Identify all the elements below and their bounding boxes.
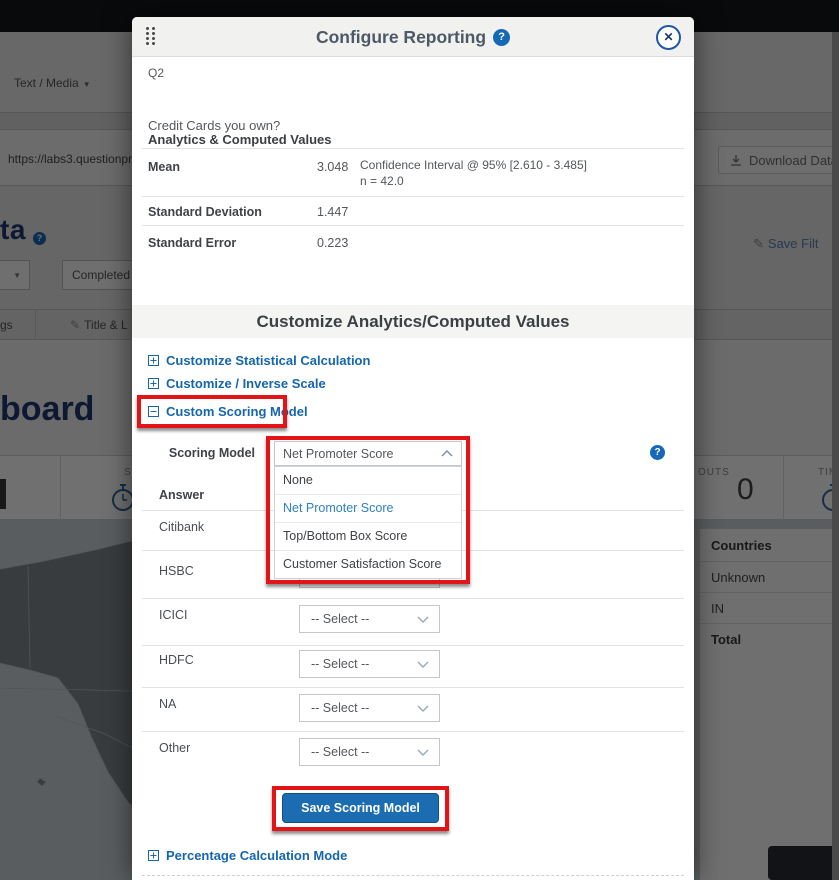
answer-row-label: Citibank — [159, 520, 204, 534]
configure-reporting-modal: Configure Reporting ? ✕ Q2 Credit Cards … — [132, 17, 694, 880]
table-divider — [142, 196, 684, 197]
expand-icon — [148, 850, 159, 861]
modal-title: Configure Reporting — [316, 27, 486, 48]
dashed-divider — [142, 875, 684, 876]
modal-title-row: Configure Reporting ? — [132, 17, 694, 57]
save-scoring-model-button[interactable]: Save Scoring Model Values — [282, 793, 439, 823]
chevron-up-icon — [441, 450, 453, 457]
analytics-header: Analytics & Computed Values — [148, 132, 332, 147]
hdfc-select[interactable]: -- Select -- — [299, 650, 440, 678]
option-net-promoter-score[interactable]: Net Promoter Score — [275, 495, 461, 523]
other-select[interactable]: -- Select -- — [299, 738, 440, 766]
section-label: Customize / Inverse Scale — [166, 376, 326, 391]
section-label: Customize Statistical Calculation — [166, 353, 370, 368]
section-statistical-calculation[interactable]: Customize Statistical Calculation — [148, 353, 370, 368]
scoring-model-selected-value: Net Promoter Score — [283, 447, 393, 461]
close-button[interactable]: ✕ — [656, 25, 681, 50]
stat-row-value: 3.048 — [317, 160, 348, 174]
select-placeholder: -- Select -- — [311, 657, 369, 671]
close-icon: ✕ — [663, 30, 673, 44]
customize-section-header: Customize Analytics/Computed Values — [132, 305, 694, 338]
answer-row-label: NA — [159, 697, 176, 711]
confidence-interval-note: Confidence Interval @ 95% [2.610 - 3.485… — [360, 157, 587, 173]
question-text: Credit Cards you own? — [148, 118, 280, 133]
scoring-model-options: None Net Promoter Score Top/Bottom Box S… — [274, 466, 462, 579]
stat-row-label: Standard Error — [148, 236, 236, 250]
table-divider — [142, 148, 684, 149]
modal-header: Configure Reporting ? ✕ — [132, 17, 694, 57]
section-percentage-calculation[interactable]: Percentage Calculation Mode — [148, 848, 347, 863]
row-divider — [142, 731, 684, 732]
row-divider — [142, 598, 684, 599]
stat-row-label: Mean — [148, 160, 180, 174]
sample-size-note: n = 42.0 — [360, 173, 404, 189]
select-placeholder: -- Select -- — [311, 701, 369, 715]
section-inverse-scale[interactable]: Customize / Inverse Scale — [148, 376, 326, 391]
answer-row-label: ICICI — [159, 608, 187, 622]
chevron-down-icon — [417, 661, 429, 668]
row-divider — [142, 645, 684, 646]
expand-icon — [148, 378, 159, 389]
expand-icon — [148, 355, 159, 366]
answer-row-label: HSBC — [159, 564, 194, 578]
row-divider — [142, 687, 684, 688]
help-icon[interactable]: ? — [493, 29, 510, 46]
chevron-down-icon — [417, 749, 429, 756]
scoring-model-label: Scoring Model — [148, 446, 255, 460]
section-label: Custom Scoring Model — [166, 404, 308, 419]
chevron-down-icon — [417, 705, 429, 712]
question-code: Q2 — [148, 66, 164, 80]
option-top-bottom-box-score[interactable]: Top/Bottom Box Score — [275, 523, 461, 551]
answer-row-label: Other — [159, 741, 190, 755]
answer-column-header: Answer — [159, 488, 204, 502]
section-label: Percentage Calculation Mode — [166, 848, 347, 863]
stat-row-value: 0.223 — [317, 236, 348, 250]
help-icon[interactable]: ? — [650, 445, 665, 460]
section-custom-scoring-model[interactable]: Custom Scoring Model — [148, 404, 308, 419]
select-placeholder: -- Select -- — [311, 745, 369, 759]
stat-row-value: 1.447 — [317, 205, 348, 219]
stat-row-label: Standard Deviation — [148, 205, 262, 219]
na-select[interactable]: -- Select -- — [299, 694, 440, 722]
icici-select[interactable]: -- Select -- — [299, 605, 440, 633]
collapse-icon — [148, 406, 159, 417]
scoring-model-select[interactable]: Net Promoter Score — [274, 441, 462, 466]
table-divider — [142, 225, 684, 226]
option-none[interactable]: None — [275, 467, 461, 495]
select-placeholder: -- Select -- — [311, 612, 369, 626]
answer-row-label: HDFC — [159, 653, 194, 667]
option-customer-satisfaction-score[interactable]: Customer Satisfaction Score — [275, 551, 461, 579]
chevron-down-icon — [417, 616, 429, 623]
